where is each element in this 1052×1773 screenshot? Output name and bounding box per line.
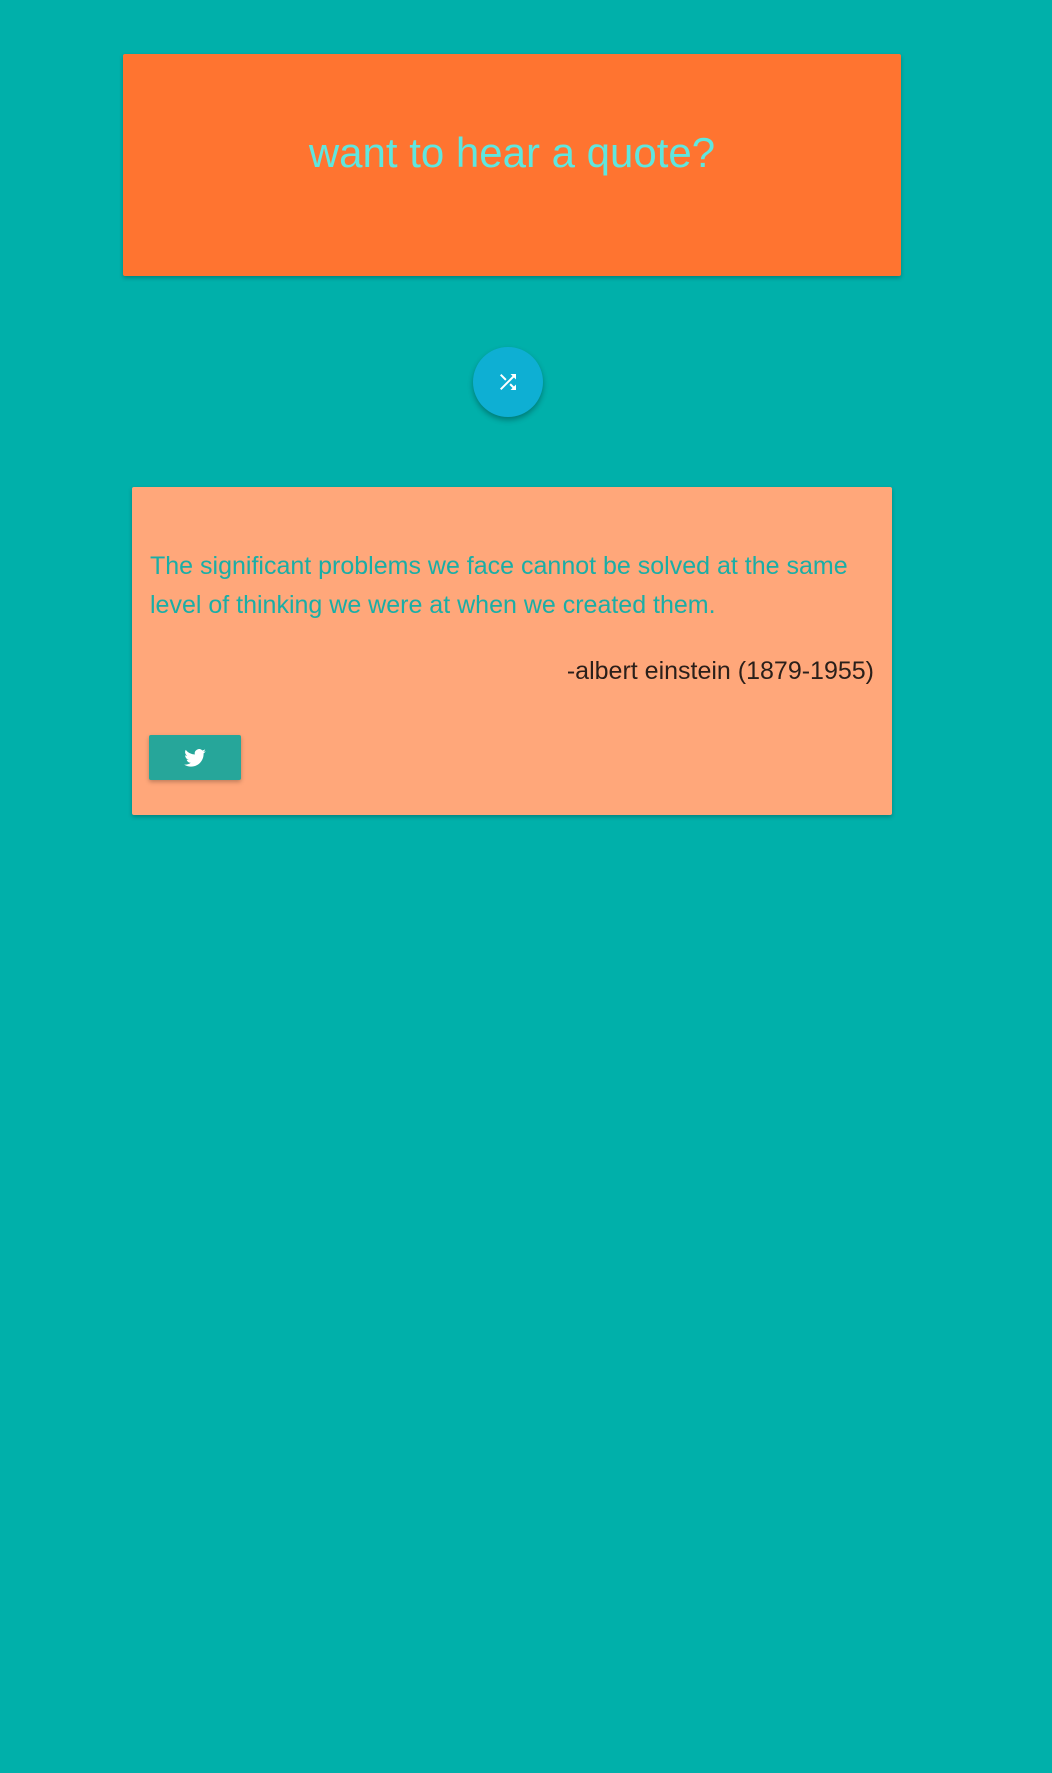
shuffle-button[interactable]: [473, 347, 543, 417]
quote-card: The significant problems we face cannot …: [132, 487, 892, 815]
twitter-icon: [184, 748, 206, 767]
shuffle-icon: [500, 374, 516, 390]
quote-author: -albert einstein (1879-1955): [566, 657, 874, 685]
header-card: want to hear a quote?: [123, 54, 901, 276]
page-title: want to hear a quote?: [308, 129, 716, 176]
quote-text: The significant problems we face cannot …: [150, 552, 848, 619]
tweet-button[interactable]: [149, 735, 241, 780]
